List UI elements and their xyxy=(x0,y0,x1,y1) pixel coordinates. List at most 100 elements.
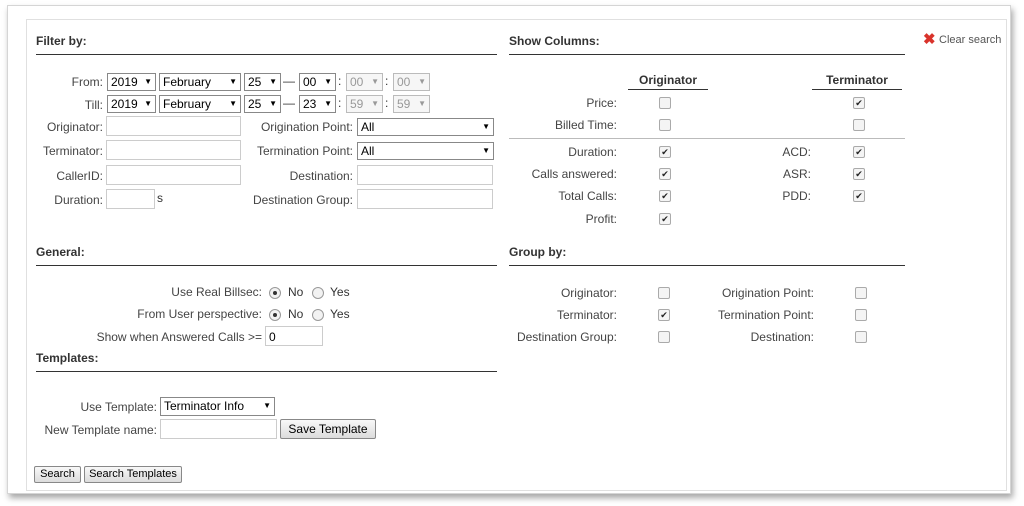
origination-point-select[interactable]: All ▼ xyxy=(357,118,494,136)
chevron-down-icon: ▼ xyxy=(418,99,426,108)
acd-checkbox[interactable]: ✔ xyxy=(853,146,865,158)
till-hour-select[interactable]: 23 ▼ xyxy=(299,95,336,113)
chevron-down-icon: ▼ xyxy=(269,99,277,108)
billed-time-label: Billed Time: xyxy=(554,118,617,132)
answered-calls-input[interactable]: 0 xyxy=(265,326,323,346)
from-minute-value: 00 xyxy=(350,75,364,89)
from-year-value: 2019 xyxy=(111,75,138,89)
group-originator-checkbox[interactable] xyxy=(658,287,670,299)
from-year-select[interactable]: 2019 ▼ xyxy=(107,73,156,91)
real-billsec-yes-radio[interactable] xyxy=(312,287,324,299)
real-billsec-no-label: No xyxy=(288,285,304,299)
from-month-select[interactable]: February ▼ xyxy=(159,73,241,91)
from-hour-value: 00 xyxy=(303,75,317,89)
from-minute-select[interactable]: 00 ▼ xyxy=(346,73,383,91)
till-day-select[interactable]: 25 ▼ xyxy=(244,95,281,113)
search-button[interactable]: Search xyxy=(34,466,81,483)
termination-point-select[interactable]: All ▼ xyxy=(357,142,494,160)
calls-answered-checkbox[interactable]: ✔ xyxy=(659,168,671,180)
terminator-input[interactable] xyxy=(106,140,241,160)
columns-divider xyxy=(509,138,905,139)
destination-input[interactable] xyxy=(357,165,493,185)
till-month-select[interactable]: February ▼ xyxy=(159,95,241,113)
user-perspective-no-label: No xyxy=(288,307,304,321)
colon: : xyxy=(385,96,389,110)
acd-label: ACD: xyxy=(782,145,811,159)
total-calls-checkbox[interactable]: ✔ xyxy=(659,190,671,202)
user-perspective-label: From User perspective: xyxy=(137,307,262,321)
user-perspective-no-radio[interactable] xyxy=(269,309,281,321)
from-second-value: 00 xyxy=(397,75,411,89)
till-minute-value: 59 xyxy=(350,97,364,111)
chevron-down-icon: ▼ xyxy=(324,77,332,86)
till-label: Till: xyxy=(84,98,103,112)
group-destination-label: Destination: xyxy=(750,330,814,344)
save-template-button[interactable]: Save Template xyxy=(280,419,376,439)
origination-point-label: Origination Point: xyxy=(260,120,353,134)
till-hour-value: 23 xyxy=(303,97,317,111)
from-dash: — xyxy=(283,74,295,88)
chevron-down-icon: ▼ xyxy=(418,77,426,86)
duration-checkbox[interactable]: ✔ xyxy=(659,146,671,158)
calls-answered-label: Calls answered: xyxy=(531,167,617,181)
price-terminator-checkbox[interactable]: ✔ xyxy=(853,97,865,109)
terminator-column-head: Terminator xyxy=(812,73,902,90)
till-minute-select[interactable]: 59 ▼ xyxy=(346,95,383,113)
chevron-down-icon: ▼ xyxy=(324,99,332,108)
group-destination-checkbox[interactable] xyxy=(855,331,867,343)
from-day-value: 25 xyxy=(248,75,262,89)
chevron-down-icon: ▼ xyxy=(144,99,152,108)
group-terminator-checkbox[interactable]: ✔ xyxy=(658,309,670,321)
clear-search-link[interactable]: Clear search xyxy=(939,34,1001,46)
duration-input[interactable] xyxy=(106,189,155,209)
colon: : xyxy=(338,96,342,110)
profit-checkbox[interactable]: ✔ xyxy=(659,213,671,225)
from-label: From: xyxy=(71,75,103,89)
total-calls-label: Total Calls: xyxy=(558,189,617,203)
from-second-select[interactable]: 00 ▼ xyxy=(393,73,430,91)
price-originator-checkbox[interactable] xyxy=(659,97,671,109)
callerid-label: CallerID: xyxy=(56,169,103,183)
real-billsec-label: Use Real Billsec: xyxy=(171,285,262,299)
from-day-select[interactable]: 25 ▼ xyxy=(244,73,281,91)
use-template-select[interactable]: Terminator Info ▼ xyxy=(160,397,275,416)
search-panel: Filter by: From: 2019 ▼ February ▼ 25 ▼ — 0… xyxy=(26,19,1007,491)
search-templates-button[interactable]: Search Templates xyxy=(84,466,182,483)
billed-time-originator-checkbox[interactable] xyxy=(659,119,671,131)
billed-time-terminator-checkbox[interactable] xyxy=(853,119,865,131)
destination-group-input[interactable] xyxy=(357,189,493,209)
window-frame: Filter by: From: 2019 ▼ February ▼ 25 ▼ — 0… xyxy=(7,5,1011,494)
group-section-title: Group by: xyxy=(509,245,905,266)
new-template-name-label: New Template name: xyxy=(44,423,158,437)
profit-label: Profit: xyxy=(585,212,617,226)
terminator-label: Terminator: xyxy=(42,144,103,158)
termination-point-value: All xyxy=(361,144,375,158)
chevron-down-icon: ▼ xyxy=(482,146,490,155)
new-template-name-input[interactable] xyxy=(160,419,277,439)
originator-input[interactable] xyxy=(106,116,241,136)
chevron-down-icon: ▼ xyxy=(371,99,379,108)
asr-checkbox[interactable]: ✔ xyxy=(853,168,865,180)
group-origination-point-checkbox[interactable] xyxy=(855,287,867,299)
duration-unit: s xyxy=(157,191,163,205)
user-perspective-yes-radio[interactable] xyxy=(312,309,324,321)
from-hour-select[interactable]: 00 ▼ xyxy=(299,73,336,91)
group-destination-group-checkbox[interactable] xyxy=(658,331,670,343)
group-termination-point-checkbox[interactable] xyxy=(855,309,867,321)
destination-label: Destination: xyxy=(289,169,353,183)
chevron-down-icon: ▼ xyxy=(263,401,271,410)
callerid-input[interactable] xyxy=(106,165,241,185)
close-icon[interactable]: ✖ xyxy=(923,30,936,48)
originator-label: Originator: xyxy=(46,120,103,134)
till-second-select[interactable]: 59 ▼ xyxy=(393,95,430,113)
group-origination-point-label: Origination Point: xyxy=(721,286,814,300)
real-billsec-yes-label: Yes xyxy=(330,285,350,299)
user-perspective-yes-label: Yes xyxy=(330,307,350,321)
pdd-checkbox[interactable]: ✔ xyxy=(853,190,865,202)
till-month-value: February xyxy=(163,97,212,111)
chevron-down-icon: ▼ xyxy=(144,77,152,86)
real-billsec-no-radio[interactable] xyxy=(269,287,281,299)
till-year-select[interactable]: 2019 ▼ xyxy=(107,95,156,113)
till-year-value: 2019 xyxy=(111,97,138,111)
group-terminator-label: Terminator: xyxy=(556,308,617,322)
